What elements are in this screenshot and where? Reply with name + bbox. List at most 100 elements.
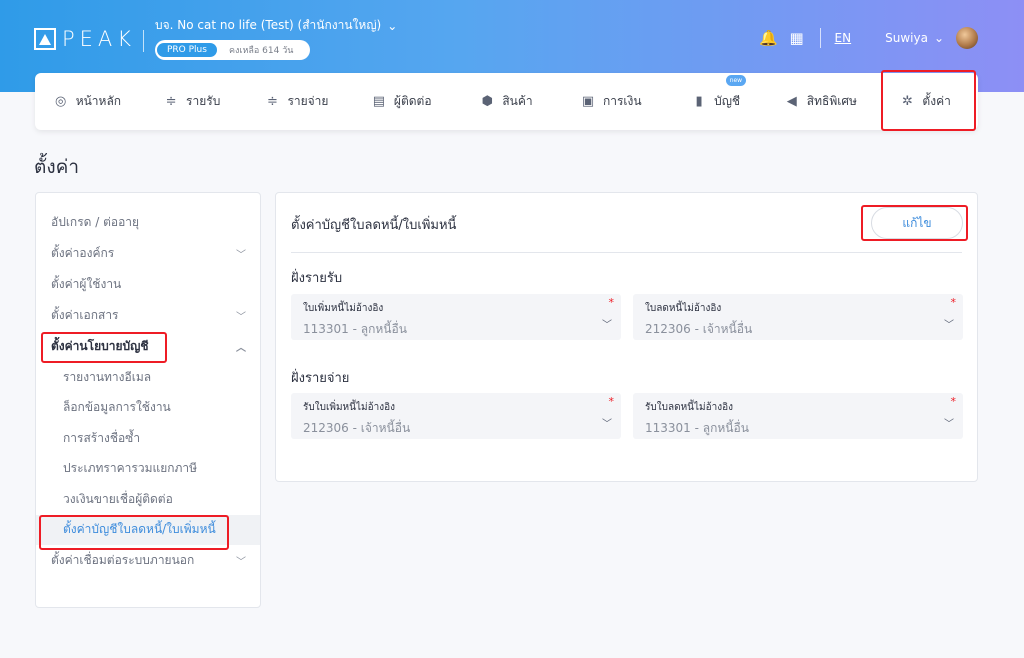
avatar[interactable] bbox=[956, 27, 978, 49]
sidebar-subitem-email-report[interactable]: รายงานทางอีเมล bbox=[36, 362, 260, 393]
sidebar-item-label: อัปเกรด / ต่ออายุ bbox=[51, 215, 140, 229]
megaphone-icon: ◀ bbox=[786, 94, 797, 109]
sidebar-item-label: ตั้งค่าองค์กร bbox=[51, 246, 115, 260]
sidebar-item-label: ตั้งค่าเชื่อมต่อระบบภายนอก bbox=[51, 553, 195, 567]
language-toggle[interactable]: EN bbox=[835, 31, 852, 45]
logo-divider bbox=[143, 30, 144, 52]
logo-triangle-icon bbox=[34, 28, 56, 50]
nav-label: สินค้า bbox=[502, 94, 533, 108]
nav-label: บัญชี bbox=[714, 94, 741, 108]
top-right-controls: 🔔 ▦ EN Suwiya ⌄ bbox=[759, 27, 978, 49]
required-asterisk-icon: * bbox=[950, 296, 957, 309]
plan-pill: PRO Plus คงเหลือ 614 วัน bbox=[155, 40, 310, 60]
select-income-credit-note[interactable]: ใบลดหนี้ไม่อ้างอิง 212306 - เจ้าหนี้อื่น… bbox=[633, 294, 963, 340]
contacts-icon: ▤ bbox=[372, 94, 386, 109]
main-nav: ◎ หน้าหลัก ≑ รายรับ ≑ รายจ่าย ▤ ผู้ติดต่… bbox=[35, 73, 978, 130]
sidebar-item-external-integration[interactable]: ตั้งค่าเชื่อมต่อระบบภายนอก ﹀ bbox=[36, 545, 260, 576]
nav-item-finance[interactable]: ▣ การเงิน bbox=[559, 73, 664, 130]
header-divider bbox=[819, 28, 821, 48]
required-asterisk-icon: * bbox=[608, 395, 615, 408]
nav-item-settings[interactable]: ✲ ตั้งค่า bbox=[873, 73, 978, 130]
select-expense-debit-note[interactable]: รับใบเพิ่มหนี้ไม่อ้างอิง 212306 - เจ้าหน… bbox=[291, 393, 621, 439]
logo-text: PEAK bbox=[62, 27, 137, 51]
select-income-debit-note[interactable]: ใบเพิ่มหนี้ไม่อ้างอิง 113301 - ลูกหนี้อื… bbox=[291, 294, 621, 340]
nav-label: การเงิน bbox=[602, 94, 642, 108]
field-label: ใบเพิ่มหนี้ไม่อ้างอิง bbox=[303, 303, 384, 314]
sidebar-subitem-label: รายงานทางอีเมล bbox=[63, 369, 152, 384]
bell-icon[interactable]: 🔔 bbox=[759, 29, 778, 47]
edit-button[interactable]: แก้ไข bbox=[871, 207, 963, 239]
field-label: รับใบลดหนี้ไม่อ้างอิง bbox=[645, 402, 734, 413]
sidebar-subitem-duplicate-names[interactable]: การสร้างชื่อซ้ำ bbox=[36, 423, 260, 454]
expense-icon: ≑ bbox=[266, 94, 278, 109]
panel-divider bbox=[291, 252, 962, 253]
settings-panel: ตั้งค่าบัญชีใบลดหนี้/ใบเพิ่มหนี้ แก้ไข ฝ… bbox=[275, 192, 978, 482]
sidebar-item-documents[interactable]: ตั้งค่าเอกสาร ﹀ bbox=[36, 300, 260, 331]
nav-label: สิทธิพิเศษ bbox=[806, 94, 857, 108]
sidebar-item-organization[interactable]: ตั้งค่าองค์กร ﹀ bbox=[36, 238, 260, 269]
field-label: รับใบเพิ่มหนี้ไม่อ้างอิง bbox=[303, 402, 395, 413]
chevron-up-icon: ︿ bbox=[236, 343, 246, 354]
field-value: 212306 - เจ้าหนี้อื่น bbox=[303, 421, 411, 435]
sidebar-item-users[interactable]: ตั้งค่าผู้ใช้งาน bbox=[36, 269, 260, 300]
required-asterisk-icon: * bbox=[608, 296, 615, 309]
nav-item-home[interactable]: ◎ หน้าหลัก bbox=[35, 73, 140, 130]
section-title-income: ฝั่งรายรับ bbox=[291, 271, 343, 286]
book-icon: ▮ bbox=[695, 94, 703, 109]
remaining-days: คงเหลือ 614 วัน bbox=[228, 46, 294, 56]
field-label: ใบลดหนี้ไม่อ้างอิง bbox=[645, 303, 722, 314]
sidebar-subitem-credit-limit[interactable]: วงเงินขายเชื่อผู้ติดต่อ bbox=[36, 484, 260, 515]
nav-item-income[interactable]: ≑ รายรับ bbox=[140, 73, 245, 130]
sidebar-subitem-price-tax-type[interactable]: ประเภทราคารวมแยกภาษี bbox=[36, 454, 260, 485]
nav-label: ผู้ติดต่อ bbox=[393, 94, 432, 108]
field-value: 212306 - เจ้าหนี้อื่น bbox=[645, 322, 753, 336]
nav-item-privileges[interactable]: ◀ สิทธิพิเศษ bbox=[768, 73, 873, 130]
chevron-down-icon: ﹀ bbox=[236, 312, 246, 323]
sidebar-item-label: ตั้งค่าผู้ใช้งาน bbox=[51, 277, 122, 291]
sidebar-item-accounting-policy[interactable]: ตั้งค่านโยบายบัญชี ︿ bbox=[36, 331, 260, 362]
apps-grid-icon[interactable]: ▦ bbox=[788, 29, 806, 47]
field-value: 113301 - ลูกหนี้อื่น bbox=[645, 421, 749, 435]
company-selector[interactable]: บจ. No cat no life (Test) (สำนักงานใหญ่)… bbox=[155, 16, 397, 35]
company-name: บจ. No cat no life (Test) (สำนักงานใหญ่) bbox=[155, 18, 382, 32]
chevron-down-icon: ⌄ bbox=[387, 18, 398, 33]
field-value: 113301 - ลูกหนี้อื่น bbox=[303, 322, 407, 336]
new-badge: new bbox=[725, 75, 747, 86]
section-title-expense: ฝั่งรายจ่าย bbox=[291, 371, 350, 386]
nav-label: รายรับ bbox=[186, 94, 221, 108]
sidebar-subitem-label: การสร้างชื่อซ้ำ bbox=[63, 430, 141, 445]
gear-icon: ✲ bbox=[901, 94, 913, 109]
nav-item-contacts[interactable]: ▤ ผู้ติดต่อ bbox=[349, 73, 454, 130]
chevron-down-icon: ﹀ bbox=[944, 320, 954, 331]
sidebar-item-label: ตั้งค่านโยบายบัญชี bbox=[51, 339, 149, 353]
box-icon: ⬢ bbox=[481, 94, 494, 109]
panel-title: ตั้งค่าบัญชีใบลดหนี้/ใบเพิ่มหนี้ bbox=[291, 218, 457, 233]
chevron-down-icon: ﹀ bbox=[944, 419, 954, 430]
sidebar-subitem-usage-log[interactable]: ล็อกข้อมูลการใช้งาน bbox=[36, 393, 260, 424]
money-icon: ▣ bbox=[581, 94, 595, 109]
chevron-down-icon: ﹀ bbox=[602, 419, 612, 430]
peak-logo[interactable]: PEAK bbox=[34, 27, 136, 51]
page-title: ตั้งค่า bbox=[34, 156, 79, 178]
sidebar-subitem-credit-debit-note[interactable]: ตั้งค่าบัญชีใบลดหนี้/ใบเพิ่มหนี้ bbox=[36, 514, 260, 545]
required-asterisk-icon: * bbox=[950, 395, 957, 408]
sidebar-item-label: ตั้งค่าเอกสาร bbox=[51, 308, 119, 322]
chevron-down-icon: ﹀ bbox=[236, 250, 246, 261]
sidebar-subitem-label: ประเภทราคารวมแยกภาษี bbox=[63, 461, 198, 476]
nav-label: ตั้งค่า bbox=[922, 94, 951, 108]
chevron-down-icon: ﹀ bbox=[236, 557, 246, 568]
select-expense-credit-note[interactable]: รับใบลดหนี้ไม่อ้างอิง 113301 - ลูกหนี้อื… bbox=[633, 393, 963, 439]
sidebar-subitem-label: ล็อกข้อมูลการใช้งาน bbox=[63, 400, 171, 415]
nav-item-expense[interactable]: ≑ รายจ่าย bbox=[245, 73, 350, 130]
sidebar-subitem-label: ตั้งค่าบัญชีใบลดหนี้/ใบเพิ่มหนี้ bbox=[63, 522, 216, 537]
plan-badge: PRO Plus bbox=[157, 43, 217, 57]
dashboard-icon: ◎ bbox=[55, 94, 67, 109]
user-name: Suwiya bbox=[885, 31, 928, 45]
user-menu[interactable]: Suwiya ⌄ bbox=[885, 27, 978, 49]
nav-item-accounting[interactable]: ▮ บัญชี new bbox=[664, 73, 769, 130]
nav-item-products[interactable]: ⬢ สินค้า bbox=[454, 73, 559, 130]
chevron-down-icon: ⌄ bbox=[933, 31, 944, 45]
income-icon: ≑ bbox=[165, 94, 177, 109]
sidebar-item-upgrade[interactable]: อัปเกรด / ต่ออายุ bbox=[36, 207, 260, 238]
nav-label: หน้าหลัก bbox=[75, 94, 122, 108]
